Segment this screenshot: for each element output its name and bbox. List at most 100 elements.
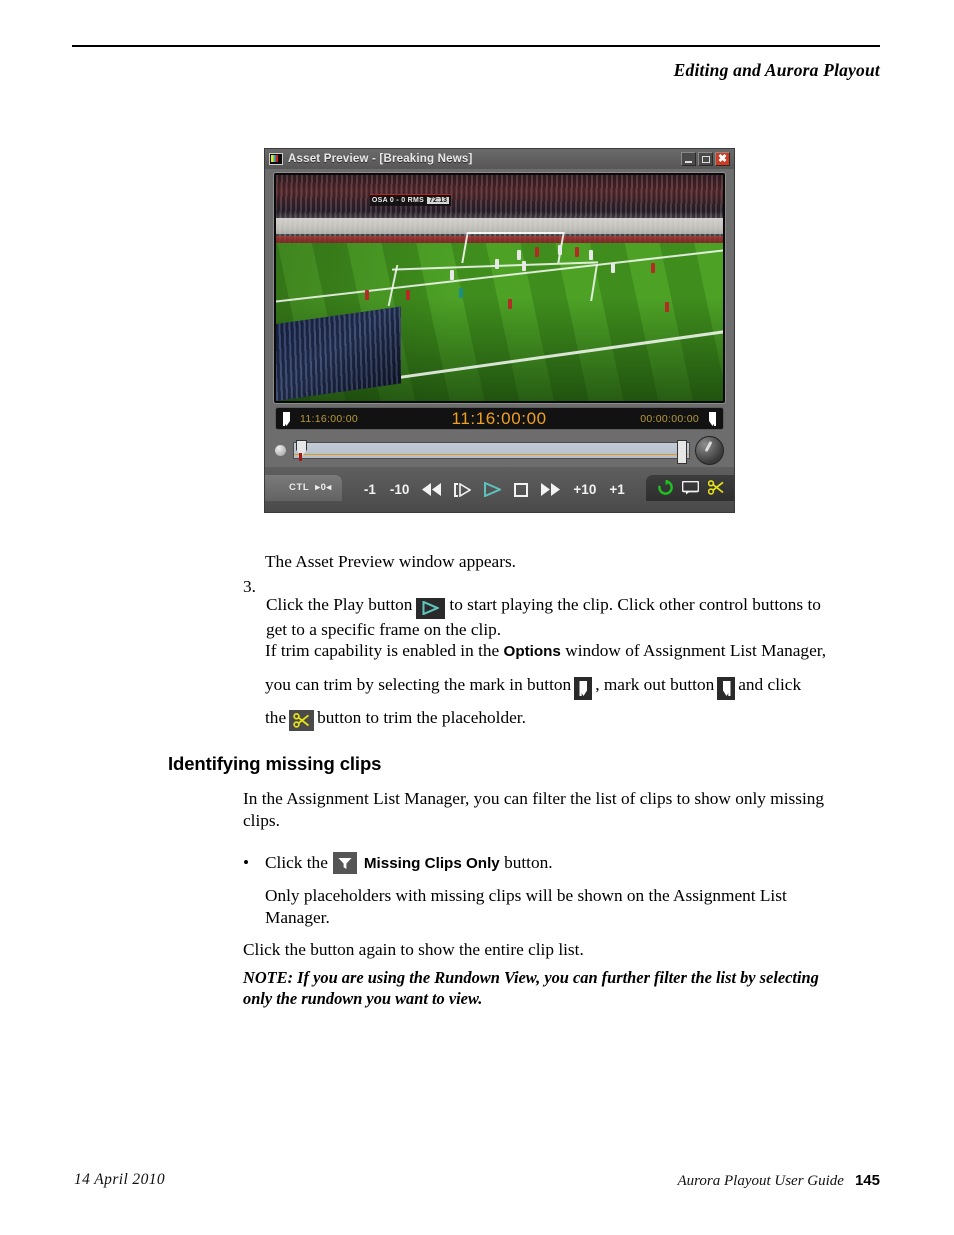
footer-date: 14 April 2010 xyxy=(74,1171,166,1188)
monitor-icon xyxy=(269,153,283,165)
timecode-in-point: 11:16:00:00 xyxy=(300,412,358,425)
close-icon[interactable]: ✖ xyxy=(715,152,730,166)
trim-line3-b: button to trim the placeholder. xyxy=(317,708,526,727)
trim-line1-a: If trim capability is enabled in the xyxy=(265,641,500,660)
window-title: Asset Preview - [Breaking News] xyxy=(288,153,473,165)
ctl-indicator: CTL ▸0◂ xyxy=(265,474,342,501)
trim-line1-b: window of Assignment List Manager, xyxy=(565,641,827,660)
trim-line3-a: the xyxy=(265,708,287,727)
maximize-icon[interactable] xyxy=(698,152,713,166)
trim-line2-a: you can trim by selecting the mark in bu… xyxy=(265,675,572,694)
player xyxy=(521,260,526,271)
footer-guide-title: Aurora Playout User Guide xyxy=(677,1173,844,1189)
transport-bar: CTL ▸0◂ -1 -10 +10 +1 xyxy=(265,467,734,512)
player xyxy=(575,247,580,258)
figure-caption: The Asset Preview window appears. xyxy=(265,552,516,571)
status-led xyxy=(275,444,286,456)
footer-right: Aurora Playout User Guide 145 xyxy=(677,1172,880,1190)
step-number: 3. xyxy=(243,577,256,596)
mark-out-icon[interactable] xyxy=(707,411,718,426)
player xyxy=(450,269,455,280)
player xyxy=(517,249,522,260)
footer-page-number: 145 xyxy=(854,1172,880,1189)
ctl-value: ▸0◂ xyxy=(315,482,332,493)
section-intro: In the Assignment List Manager, you can … xyxy=(243,788,843,831)
scrubber-position-tick xyxy=(299,452,302,461)
options-label: Options xyxy=(503,643,561,660)
scrubber-row xyxy=(271,434,728,466)
after-bullet-text: Only placeholders with missing clips wil… xyxy=(265,886,787,927)
timecode-duration: 00:00:00:00 xyxy=(640,412,699,425)
fast-forward-button[interactable] xyxy=(541,480,561,500)
bullet-post-text: button. xyxy=(504,853,553,872)
missing-clips-only-label: Missing Clips Only xyxy=(363,854,500,872)
stop-button[interactable] xyxy=(514,480,529,500)
loop-icon[interactable] xyxy=(658,478,673,498)
window-buttons: ✖ xyxy=(681,152,732,166)
trim-line-3: the button to trim the placeholder. xyxy=(265,701,845,734)
ctl-label: CTL xyxy=(289,482,310,493)
page-header-title: Editing and Aurora Playout xyxy=(673,60,880,80)
video-frame: OSA 0 - 0 RMS 72:13 xyxy=(276,175,723,401)
step3-part1: Click the Play button xyxy=(266,595,413,615)
minus-ten-button[interactable]: -10 xyxy=(390,480,410,500)
minimize-icon[interactable] xyxy=(681,152,696,166)
mark-in-icon[interactable] xyxy=(281,411,292,426)
transport-buttons: -1 -10 +10 +1 xyxy=(342,480,646,500)
player xyxy=(651,263,656,274)
cue-play-button[interactable] xyxy=(454,480,472,500)
jog-wheel[interactable] xyxy=(695,435,724,465)
document-page: Editing and Aurora Playout Asset Preview… xyxy=(0,0,954,1235)
timecode-current: 11:16:00:00 xyxy=(451,408,547,428)
mark-out-inline-icon xyxy=(717,677,736,700)
bullet-text: Click the Missing Clips Only button. xyxy=(265,852,553,874)
section-intro-text: In the Assignment List Manager, you can … xyxy=(243,789,825,830)
scrubber-mark-out-handle[interactable] xyxy=(677,439,687,464)
scoreboard-teams: OSA 0 - 0 RMS xyxy=(371,197,425,205)
goalkeeper xyxy=(459,288,464,298)
play-button[interactable] xyxy=(484,480,502,500)
window-titlebar[interactable]: Asset Preview - [Breaking News] ✖ xyxy=(265,149,734,169)
section-heading: Identifying missing clips xyxy=(168,753,382,774)
scissors-inline-icon xyxy=(289,710,315,731)
player xyxy=(405,290,410,301)
player xyxy=(664,301,669,312)
bullet-marker: • xyxy=(243,853,250,873)
mark-in-inline-icon xyxy=(574,677,593,700)
player xyxy=(611,263,616,274)
player xyxy=(557,245,562,256)
scoreboard-overlay: OSA 0 - 0 RMS 72:13 xyxy=(369,194,452,207)
scrubber-progress xyxy=(294,453,689,455)
bullet-pre: Click the xyxy=(265,853,328,872)
scrubber-track[interactable] xyxy=(293,439,690,464)
after-bullet-paragraph: Only placeholders with missing clips wil… xyxy=(265,885,845,928)
trim-line2-b: , mark out button xyxy=(595,675,715,694)
scoreboard-clock: 72:13 xyxy=(427,197,450,205)
click-again-text: Click the button again to show the entir… xyxy=(243,940,584,959)
footer-rule xyxy=(72,1157,880,1158)
monitor-icon[interactable] xyxy=(682,478,699,498)
transport-right-buttons xyxy=(646,474,734,501)
play-button-inline-icon xyxy=(416,597,446,619)
player xyxy=(495,258,500,269)
rewind-button[interactable] xyxy=(422,480,442,500)
player xyxy=(508,299,513,310)
header-rule xyxy=(72,45,880,47)
plus-one-button[interactable]: +1 xyxy=(609,480,624,500)
filter-icon xyxy=(332,852,357,874)
note-text: NOTE: If you are using the Rundown View,… xyxy=(243,968,819,1008)
trim-line-2: you can trim by selecting the mark in bu… xyxy=(265,668,845,701)
player xyxy=(535,247,540,258)
minus-one-button[interactable]: -1 xyxy=(363,480,377,500)
goal-net xyxy=(460,231,565,263)
trim-line2-c: and click xyxy=(738,675,802,694)
trim-instructions: If trim capability is enabled in the Opt… xyxy=(265,634,845,734)
asset-preview-window: Asset Preview - [Breaking News] ✖ OSA 0 … xyxy=(265,149,734,512)
plus-ten-button[interactable]: +10 xyxy=(573,480,596,500)
note-block: NOTE: If you are using the Rundown View,… xyxy=(243,967,843,1009)
video-viewport[interactable]: OSA 0 - 0 RMS 72:13 xyxy=(273,172,726,404)
scissors-icon[interactable] xyxy=(708,478,724,498)
player xyxy=(365,290,370,301)
player xyxy=(588,249,593,260)
trim-line-1: If trim capability is enabled in the Opt… xyxy=(265,634,845,668)
